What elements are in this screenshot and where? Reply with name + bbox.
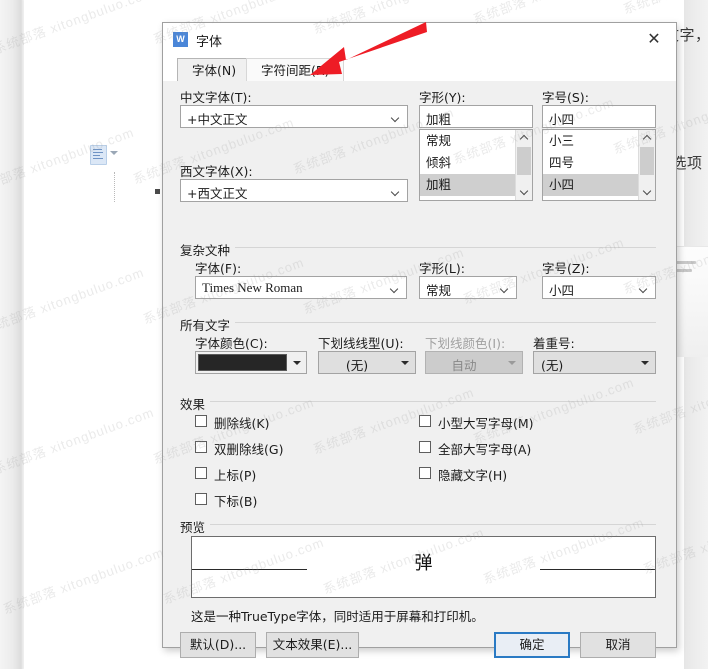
font-style-input[interactable]: 加粗 (419, 105, 533, 128)
checkbox-label: 上标(P) (214, 468, 257, 483)
font-style-value: 加粗 (426, 112, 452, 127)
font-color-swatch (198, 354, 287, 371)
emphasis-mark-dropdown[interactable]: (无) (533, 351, 656, 374)
emphasis-mark-value: (无) (541, 358, 564, 373)
dialog-body: 中文字体(T): +中文正文 西文字体(X): +西文正文 字形(Y): 加粗 … (163, 81, 676, 658)
font-style-listbox[interactable]: 常规 倾斜 加粗 (419, 129, 533, 201)
preview-group-line (180, 524, 656, 525)
paste-options-chevron-down-icon[interactable] (110, 151, 118, 155)
font-preview-box: 弹 (191, 536, 656, 598)
checkbox-box[interactable] (195, 415, 207, 427)
chevron-down-icon (392, 189, 400, 194)
underline-color-dropdown: 自动 (425, 351, 523, 374)
text-caret-mark (155, 189, 160, 194)
font-dialog: W 字体 ✕ 字体(N) 字符间距(R) 中文字体(T): +中文正文 西文字体… (162, 22, 677, 658)
chevron-down-icon (508, 361, 516, 365)
complex-size-value: 小四 (549, 283, 575, 298)
effects-group-title: 效果 (180, 394, 211, 413)
preview-note: 这是一种TrueType字体，同时适用于屏幕和打印机。 (191, 609, 484, 624)
checkbox-box[interactable] (419, 467, 431, 479)
close-icon[interactable]: ✕ (632, 23, 676, 55)
effects-group-line (180, 401, 656, 402)
all-text-group-title: 所有文字 (180, 315, 236, 334)
font-color-picker[interactable] (195, 351, 307, 374)
dotted-guide-line (114, 172, 116, 202)
font-size-scrollbar[interactable] (638, 130, 655, 200)
preview-group-title: 预览 (180, 517, 211, 536)
underline-style-value: (无) (345, 358, 369, 373)
chevron-down-icon (641, 361, 649, 365)
western-font-combobox[interactable]: +西文正文 (180, 179, 408, 202)
all-text-group-line (180, 322, 656, 323)
underline-color-value: 自动 (451, 358, 477, 373)
font-size-listbox[interactable]: 小三 四号 小四 (542, 129, 656, 201)
western-font-label: 西文字体(X): (180, 164, 253, 179)
left-gutter (0, 0, 24, 669)
scrollbar-thumb[interactable] (640, 147, 654, 175)
checkbox-label: 全部大写字母(A) (438, 442, 532, 457)
underline-style-label: 下划线线型(U): (318, 336, 404, 351)
complex-font-combobox[interactable]: Times New Roman (195, 276, 407, 299)
complex-font-label: 字体(F): (195, 261, 242, 276)
ok-button[interactable]: 确定 (494, 632, 570, 658)
underline-style-dropdown[interactable]: (无) (318, 351, 416, 374)
scroll-down-icon[interactable] (639, 184, 655, 200)
chevron-down-icon (392, 115, 400, 120)
tab-font[interactable]: 字体(N) (177, 58, 252, 83)
checkbox-box[interactable] (419, 441, 431, 453)
checkbox-label: 删除线(K) (214, 416, 270, 431)
font-size-input[interactable]: 小四 (542, 105, 656, 128)
scroll-down-icon[interactable] (516, 184, 532, 200)
default-button[interactable]: 默认(D)... (180, 632, 256, 658)
checkbox-box[interactable] (419, 415, 431, 427)
chinese-font-label: 中文字体(T): (180, 90, 252, 105)
preview-sample-text: 弹 (414, 553, 433, 574)
tab-strip: 字体(N) 字符间距(R) (163, 56, 676, 83)
cancel-button[interactable]: 取消 (580, 632, 656, 658)
dialog-titlebar: W 字体 ✕ (163, 23, 676, 57)
underline-color-label: 下划线颜色(I): (425, 336, 506, 351)
scrollbar-thumb[interactable] (517, 147, 531, 175)
checkbox-label: 小型大写字母(M) (438, 416, 534, 431)
text-effects-button[interactable]: 文本效果(E)... (266, 632, 359, 658)
western-font-value: +西文正文 (187, 186, 248, 201)
paste-options-icon[interactable] (90, 145, 107, 165)
font-style-label: 字形(Y): (419, 90, 466, 105)
chevron-down-icon (401, 361, 409, 365)
complex-script-group-title: 复杂文种 (180, 240, 236, 259)
complex-font-value: Times New Roman (202, 280, 303, 295)
checkbox-label: 隐藏文字(H) (438, 468, 508, 483)
scroll-up-icon[interactable] (516, 130, 532, 146)
tab-character-spacing[interactable]: 字符间距(R) (246, 58, 345, 83)
emphasis-mark-label: 着重号: (533, 336, 575, 351)
checkbox-label: 下标(B) (214, 494, 258, 509)
checkbox-box[interactable] (195, 493, 207, 505)
chevron-down-icon (293, 361, 301, 365)
complex-style-label: 字形(L): (419, 261, 465, 276)
chevron-down-icon (640, 286, 648, 291)
ok-button-label: 确定 (519, 637, 545, 652)
font-style-scrollbar[interactable] (515, 130, 532, 200)
chevron-down-icon (501, 286, 509, 291)
complex-style-combobox[interactable]: 常规 (419, 276, 517, 299)
complex-size-label: 字号(Z): (542, 261, 590, 276)
chinese-font-combobox[interactable]: +中文正文 (180, 105, 408, 128)
chevron-down-icon (391, 286, 399, 291)
font-color-label: 字体颜色(C): (195, 336, 268, 351)
checkbox-box[interactable] (195, 467, 207, 479)
wps-writer-icon: W (173, 32, 188, 47)
complex-script-group-line (180, 247, 656, 248)
scroll-up-icon[interactable] (639, 130, 655, 146)
checkbox-box[interactable] (195, 441, 207, 453)
font-size-value: 小四 (549, 112, 575, 127)
font-size-label: 字号(S): (542, 90, 589, 105)
chinese-font-value: +中文正文 (187, 112, 248, 127)
checkbox-label: 双删除线(G) (214, 442, 284, 457)
complex-size-combobox[interactable]: 小四 (542, 276, 656, 299)
complex-style-value: 常规 (426, 283, 452, 298)
dialog-title: 字体 (196, 35, 223, 50)
